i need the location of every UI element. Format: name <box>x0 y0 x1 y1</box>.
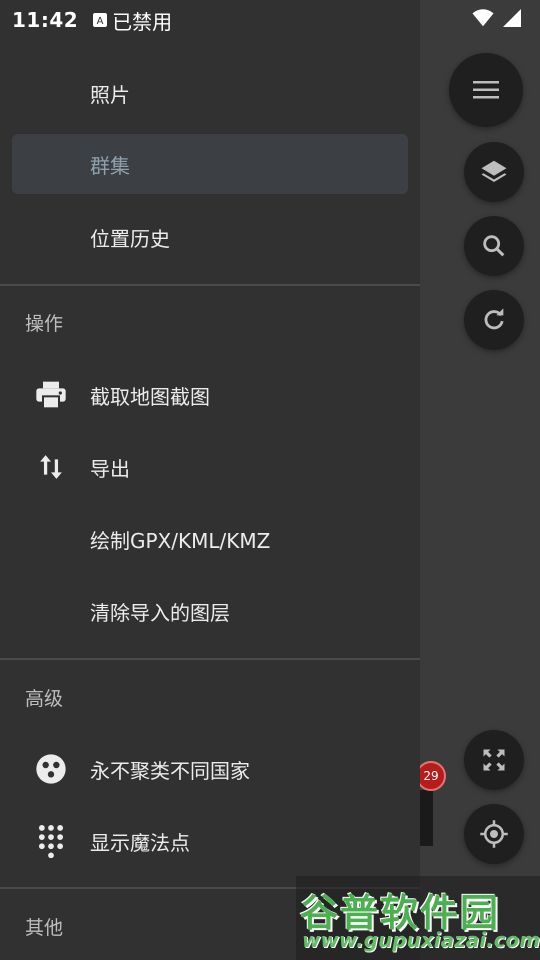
signal-icon <box>503 9 521 27</box>
status-bar: 11:42 A 已禁用 <box>0 0 540 40</box>
drawer-item-label: 照片 <box>90 82 130 107</box>
section-title-other: 其他 <box>25 917 64 939</box>
navigation-drawer: 照片 群集 位置历史 操作 截取地图截图 导出 绘制GPX/KML/KMZ 清除… <box>0 0 420 960</box>
status-notification: A 已禁用 <box>92 6 172 35</box>
drawer-item-draw-gpx[interactable]: 绘制GPX/KML/KMZ <box>0 509 420 569</box>
layers-icon <box>481 160 507 182</box>
watermark-url: www.gupuxiazai.com <box>302 928 540 952</box>
drawer-item-label: 群集 <box>90 153 130 178</box>
menu-icon <box>473 81 499 99</box>
status-icons <box>472 8 522 28</box>
drawer-item-label: 位置历史 <box>90 226 170 251</box>
drawer-item-label: 截取地图截图 <box>90 384 210 409</box>
wifi-icon <box>472 9 494 27</box>
layers-button[interactable] <box>464 142 524 202</box>
drawer-item-screenshot[interactable]: 截取地图截图 <box>0 365 420 425</box>
my-location-button[interactable] <box>464 804 524 864</box>
section-title-advanced: 高级 <box>25 688 64 710</box>
status-notification-text: 已禁用 <box>112 9 173 34</box>
drawer-item-show-magic-points[interactable]: 显示魔法点 <box>0 811 420 871</box>
fullscreen-button[interactable] <box>464 730 524 790</box>
refresh-icon <box>484 308 504 330</box>
refresh-button[interactable] <box>464 290 524 350</box>
cluster-count-badge[interactable]: 29 <box>416 761 446 791</box>
drawer-item-label: 显示魔法点 <box>90 830 190 855</box>
status-time: 11:42 <box>12 8 79 32</box>
drawer-item-label: 绘制GPX/KML/KMZ <box>90 528 271 553</box>
drawer-item-clear-layers[interactable]: 清除导入的图层 <box>0 581 420 641</box>
section-title-actions: 操作 <box>25 313 64 335</box>
cluster-dots-icon <box>33 751 69 787</box>
my-location-icon <box>480 820 508 848</box>
map-photo-marker[interactable] <box>419 790 433 846</box>
search-icon <box>483 235 505 257</box>
drawer-item-label: 清除导入的图层 <box>90 600 230 625</box>
dot-grid-icon <box>33 823 69 859</box>
menu-button[interactable] <box>449 53 523 127</box>
svg-text:A: A <box>97 16 104 27</box>
printer-icon <box>33 377 69 413</box>
divider <box>0 284 420 286</box>
drawer-item-location-history[interactable]: 位置历史 <box>0 207 420 267</box>
divider <box>0 658 420 660</box>
drawer-item-never-cluster-countries[interactable]: 永不聚类不同国家 <box>0 739 420 799</box>
watermark: 谷普软件园 www.gupuxiazai.com <box>296 876 540 960</box>
search-button[interactable] <box>464 216 524 276</box>
drawer-item-photos[interactable]: 照片 <box>0 63 420 123</box>
swap-vertical-icon <box>33 449 69 485</box>
drawer-item-export[interactable]: 导出 <box>0 437 420 497</box>
drawer-item-label: 永不聚类不同国家 <box>90 758 250 783</box>
drawer-item-label: 导出 <box>90 456 130 481</box>
drawer-item-clusters[interactable]: 群集 <box>12 134 408 194</box>
translate-icon: A <box>93 13 108 27</box>
fullscreen-icon <box>483 749 505 771</box>
